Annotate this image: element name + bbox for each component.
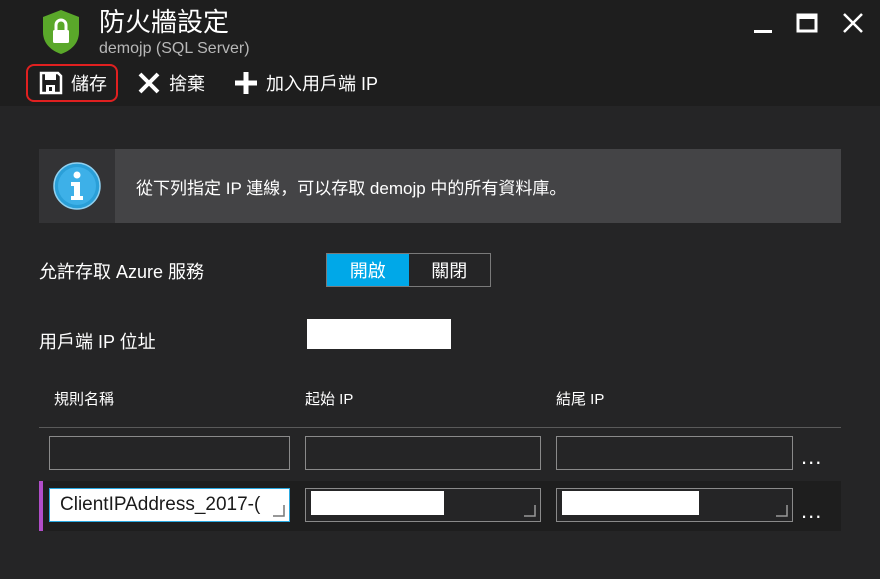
rule-name-field[interactable]: ClientIPAddress_2017-(: [49, 488, 290, 522]
add-client-ip-label: 加入用戶端 IP: [266, 74, 379, 94]
info-banner: 從下列指定 IP 連線，可以存取 demojp 中的所有資料庫。: [39, 149, 841, 223]
new-end-ip-input[interactable]: [556, 436, 793, 470]
table-divider: [39, 427, 841, 428]
column-header-end-ip: 結尾 IP: [556, 391, 605, 408]
client-ip-label: 用戶端 IP 位址: [39, 332, 156, 352]
new-start-ip-input[interactable]: [305, 436, 541, 470]
discard-label: 捨棄: [169, 74, 205, 94]
blade-header: 防火牆設定 demojp (SQL Server) 儲存 捨棄 加入用戶端 IP: [0, 0, 880, 106]
maximize-icon[interactable]: [794, 10, 820, 36]
end-ip-field[interactable]: [556, 488, 793, 522]
new-row-more-button[interactable]: ...: [801, 446, 822, 468]
row-selected-marker: [39, 481, 43, 531]
column-header-start-ip: 起始 IP: [305, 391, 354, 408]
end-ip-value: [562, 491, 699, 515]
rule-name-value: ClientIPAddress_2017-(: [60, 494, 261, 515]
info-icon: [53, 162, 101, 210]
client-ip-value: [307, 319, 451, 349]
start-ip-field[interactable]: [305, 488, 541, 522]
plus-icon: [235, 72, 257, 94]
info-icon-box: [39, 149, 115, 223]
blade-title: 防火牆設定: [99, 7, 230, 37]
add-client-ip-button[interactable]: 加入用戶端 IP: [234, 64, 378, 102]
info-message: 從下列指定 IP 連線，可以存取 demojp 中的所有資料庫。: [136, 179, 567, 198]
azure-access-label: 允許存取 Azure 服務: [39, 262, 205, 282]
blade-subtitle: demojp (SQL Server): [99, 40, 250, 57]
save-button[interactable]: 儲存: [26, 64, 118, 102]
save-label: 儲存: [71, 74, 107, 94]
discard-button[interactable]: 捨棄: [137, 64, 205, 102]
resize-handle-icon[interactable]: [524, 505, 536, 517]
minimize-icon[interactable]: [750, 10, 776, 36]
azure-access-toggle[interactable]: 開啟 關閉: [326, 253, 491, 287]
discard-icon: [138, 72, 160, 94]
close-icon[interactable]: [840, 10, 866, 36]
shield-lock-icon: [43, 10, 79, 54]
toggle-on-option[interactable]: 開啟: [327, 254, 409, 286]
resize-handle-icon[interactable]: [273, 505, 285, 517]
save-icon: [39, 71, 63, 95]
column-header-rule-name: 規則名稱: [54, 391, 115, 408]
new-rule-name-input[interactable]: [49, 436, 290, 470]
row-more-button[interactable]: ...: [801, 500, 822, 522]
start-ip-value: [311, 491, 444, 515]
resize-handle-icon[interactable]: [776, 505, 788, 517]
toggle-off-option[interactable]: 關閉: [409, 254, 491, 286]
